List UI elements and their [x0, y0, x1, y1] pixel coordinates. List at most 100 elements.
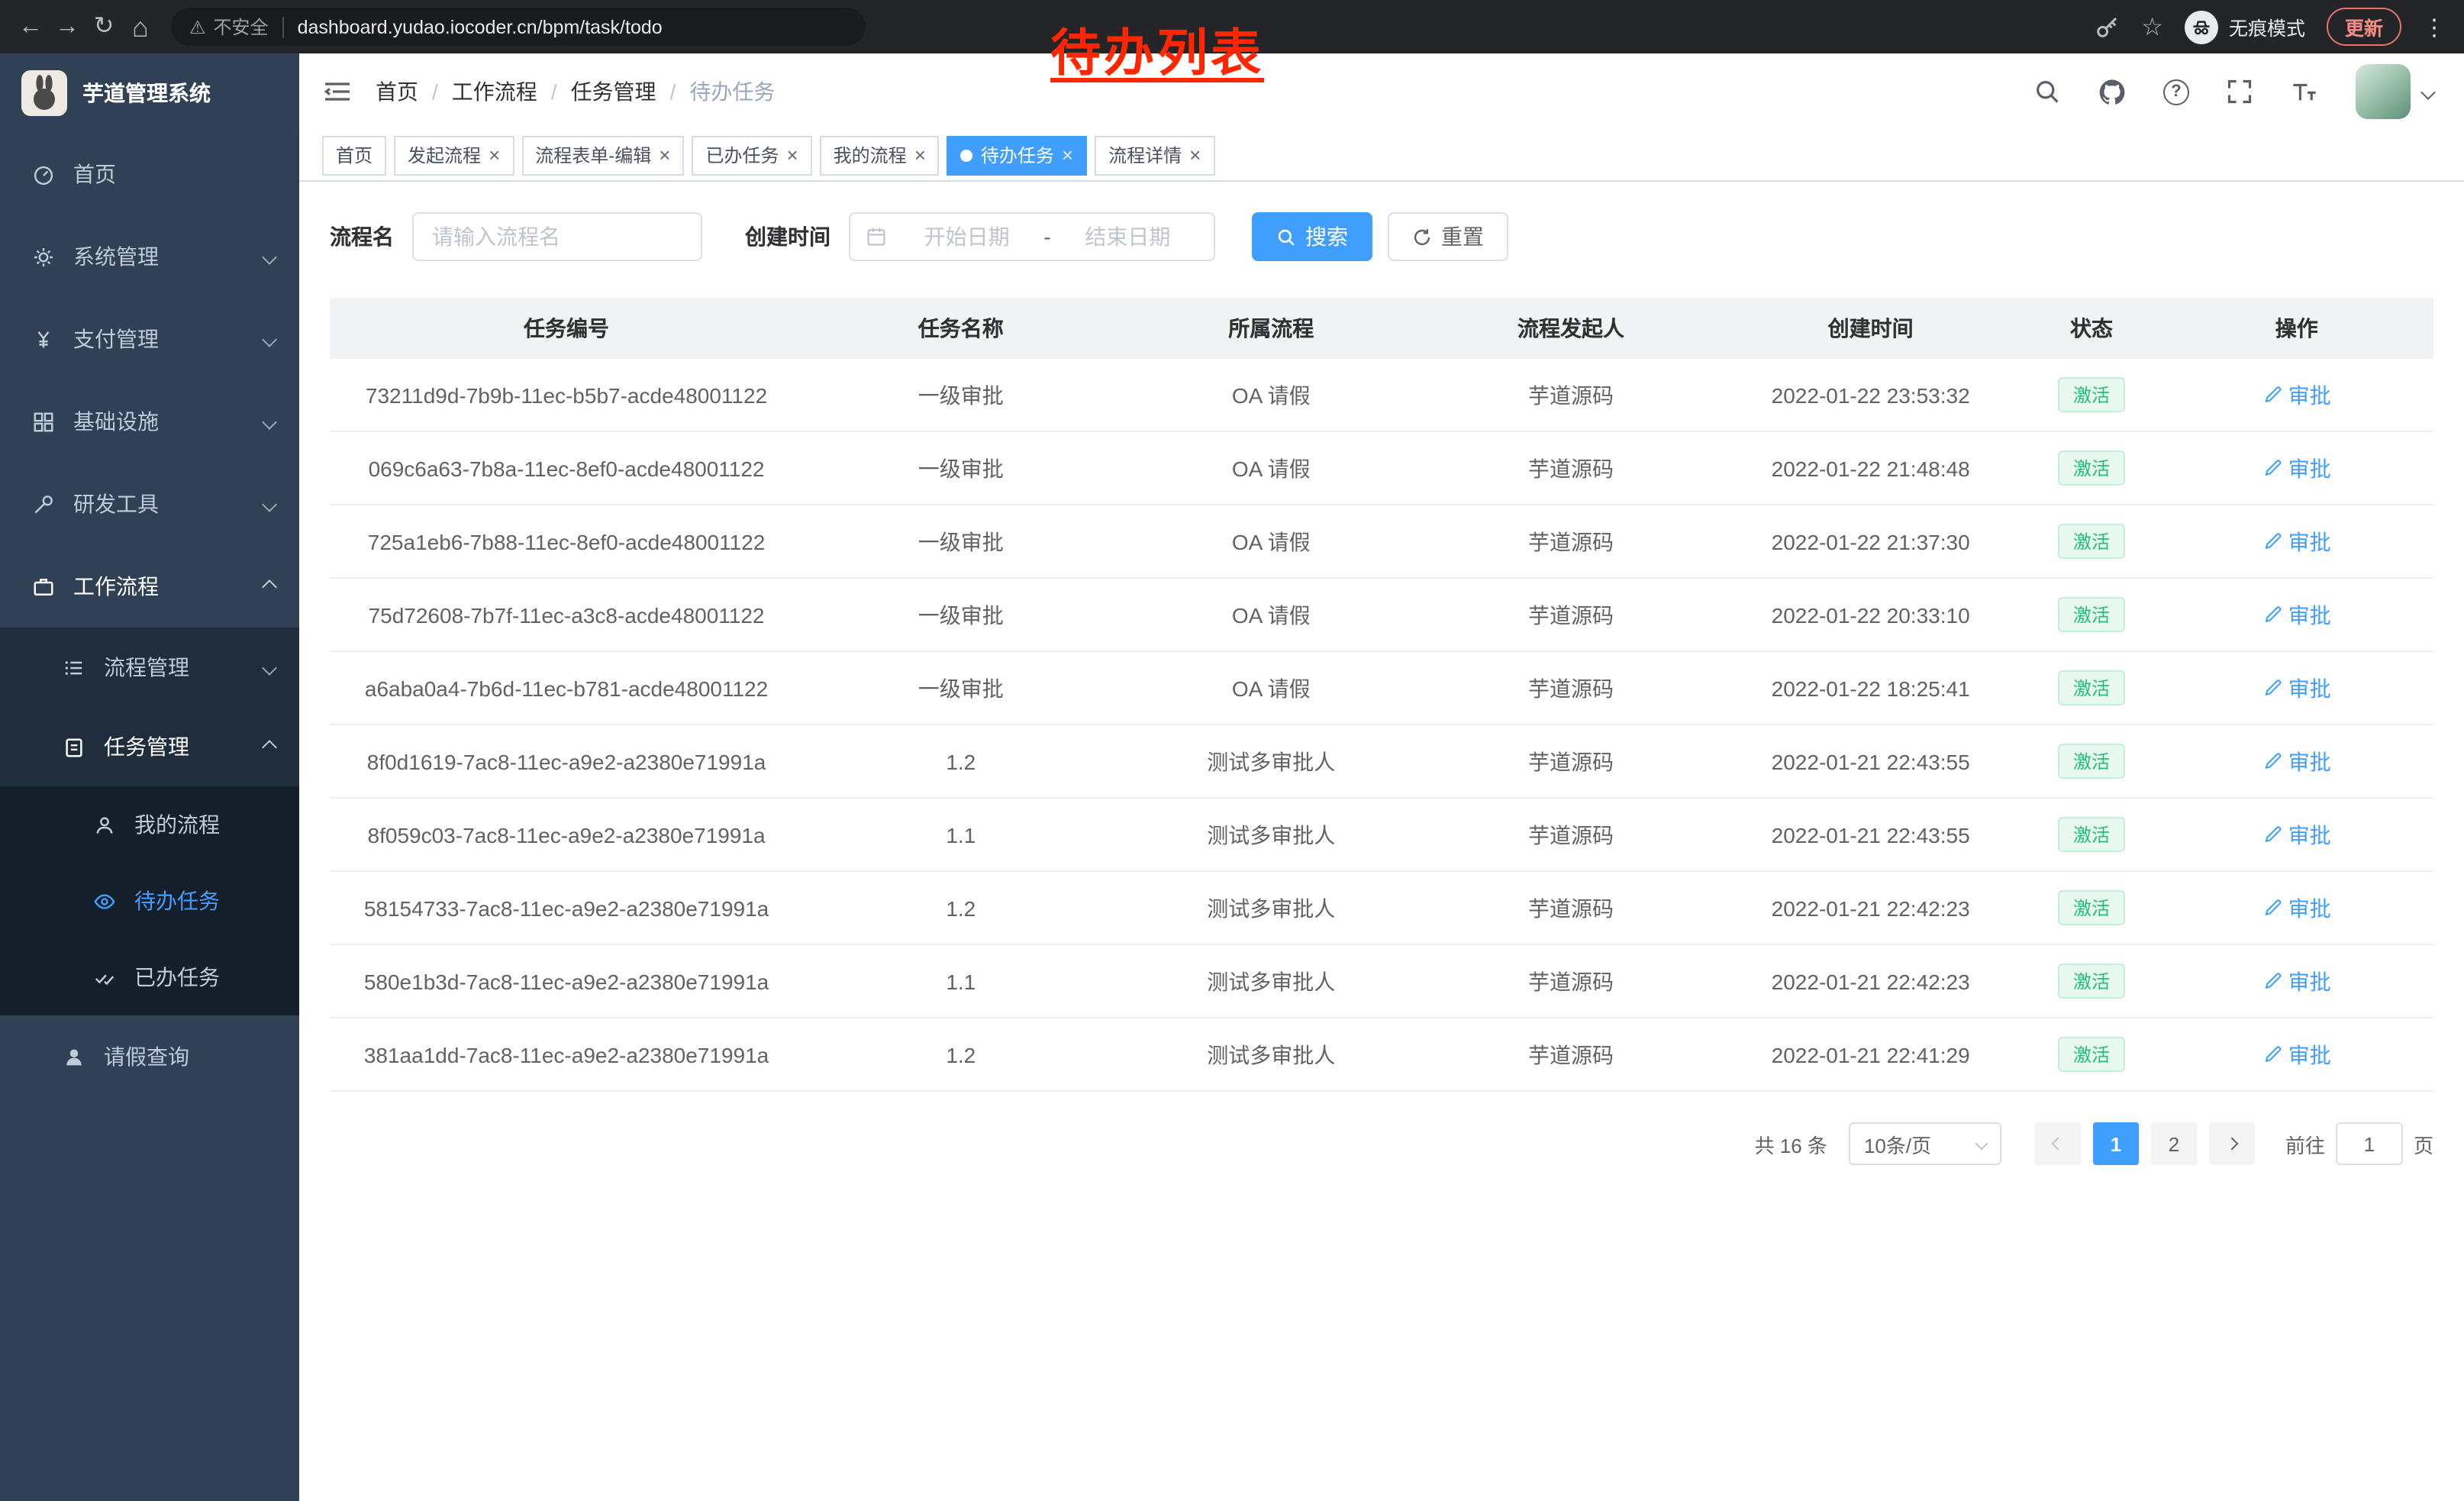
cell-task-id: 73211d9d-7b9b-11ec-b5b7-acde48001122 — [330, 383, 803, 407]
status-badge: 激活 — [2058, 450, 2125, 486]
approve-link[interactable]: 审批 — [2262, 819, 2331, 850]
status-badge: 激活 — [2058, 1037, 2125, 1072]
sidebar-item-infrastructure[interactable]: 基础设施 — [0, 380, 299, 463]
sidebar-item-todo-tasks[interactable]: 待办任务 — [0, 863, 299, 939]
approve-link[interactable]: 审批 — [2262, 379, 2331, 410]
navbar: 首页 / 工作流程 / 任务管理 / 待办任务 ? — [299, 53, 2464, 130]
goto-page-input[interactable] — [2336, 1122, 2403, 1165]
sidebar-item-label: 任务管理 — [104, 731, 189, 762]
breadcrumb-separator: / — [432, 79, 438, 104]
search-icon[interactable] — [2033, 78, 2061, 105]
tab-label: 首页 — [336, 142, 373, 168]
tab-my-processes[interactable]: 我的流程 × — [820, 135, 940, 175]
fullscreen-icon[interactable] — [2226, 78, 2253, 105]
breadcrumb-task-mgmt[interactable]: 任务管理 — [571, 76, 656, 107]
incognito-label: 无痕模式 — [2229, 12, 2305, 41]
help-icon[interactable]: ? — [2163, 79, 2189, 105]
bookmark-star-icon[interactable]: ☆ — [2141, 11, 2163, 42]
reset-button[interactable]: 重置 — [1388, 212, 1508, 261]
sidebar-item-payment[interactable]: 支付管理 — [0, 298, 299, 380]
cell-task-name: 1.1 — [803, 822, 1118, 847]
calendar-icon — [866, 226, 887, 247]
process-name-input[interactable] — [412, 212, 702, 261]
sidebar-item-process-mgmt[interactable]: 流程管理 — [0, 628, 299, 707]
search-button[interactable]: 搜索 — [1252, 212, 1372, 261]
approve-link[interactable]: 审批 — [2262, 893, 2331, 923]
breadcrumb-home[interactable]: 首页 — [376, 76, 418, 107]
address-bar[interactable]: ⚠ 不安全 dashboard.yudao.iocoder.cn/bpm/tas… — [171, 8, 866, 46]
close-icon[interactable]: × — [1189, 145, 1201, 165]
close-icon[interactable]: × — [489, 145, 500, 165]
tab-done-tasks[interactable]: 已办任务 × — [692, 135, 811, 175]
close-icon[interactable]: × — [914, 145, 926, 165]
tab-label: 流程表单-编辑 — [535, 142, 651, 168]
app-logo — [21, 70, 67, 116]
approve-link[interactable]: 审批 — [2262, 673, 2331, 703]
page-button-1[interactable]: 1 — [2093, 1122, 2139, 1165]
forward-icon[interactable]: → — [49, 15, 85, 39]
back-icon[interactable]: ← — [12, 15, 49, 39]
home-icon[interactable]: ⌂ — [122, 13, 159, 40]
sidebar-item-workflow[interactable]: 工作流程 — [0, 545, 299, 628]
sidebar-item-home[interactable]: 首页 — [0, 133, 299, 215]
sidebar-item-devtools[interactable]: 研发工具 — [0, 463, 299, 545]
security-label[interactable]: 不安全 — [214, 14, 269, 40]
reload-icon[interactable]: ↻ — [85, 15, 122, 39]
close-icon[interactable]: × — [786, 145, 798, 165]
tab-label: 我的流程 — [834, 142, 907, 168]
start-date-placeholder[interactable]: 开始日期 — [896, 221, 1037, 252]
toolbar-right: ☆ 无痕模式 更新 ⋮ — [2094, 8, 2446, 46]
tab-todo-tasks[interactable]: 待办任务 × — [947, 135, 1087, 175]
close-icon[interactable]: × — [659, 145, 670, 165]
sidebar-item-my-processes[interactable]: 我的流程 — [0, 786, 299, 863]
sidebar-item-done-tasks[interactable]: 已办任务 — [0, 939, 299, 1015]
url-text[interactable]: dashboard.yudao.iocoder.cn/bpm/task/todo — [298, 16, 663, 37]
status-badge: 激活 — [2058, 890, 2125, 925]
sidebar-toggle-icon[interactable] — [324, 79, 351, 104]
approve-link[interactable]: 审批 — [2262, 453, 2331, 483]
reset-button-label: 重置 — [1441, 221, 1484, 252]
password-key-icon[interactable] — [2094, 14, 2120, 40]
font-size-icon[interactable] — [2290, 78, 2319, 105]
cell-create-time: 2022-01-22 21:37:30 — [1718, 529, 2024, 554]
sidebar-item-label: 我的流程 — [134, 809, 220, 840]
approve-link[interactable]: 审批 — [2262, 966, 2331, 996]
end-date-placeholder[interactable]: 结束日期 — [1057, 221, 1198, 252]
table-row: 8f059c03-7ac8-11ec-a9e2-a2380e71991a 1.1… — [330, 799, 2433, 872]
approve-link[interactable]: 审批 — [2262, 746, 2331, 776]
tab-label: 已办任务 — [705, 142, 779, 168]
date-range-picker[interactable]: 开始日期 - 结束日期 — [849, 212, 1215, 261]
list-icon — [61, 655, 85, 679]
tab-start-process[interactable]: 发起流程 × — [394, 135, 514, 175]
sidebar-item-task-mgmt[interactable]: 任务管理 — [0, 707, 299, 786]
prev-page-button[interactable] — [2035, 1122, 2081, 1165]
user-menu[interactable] — [2356, 64, 2433, 119]
range-separator: - — [1037, 224, 1056, 249]
menu-dots-icon[interactable]: ⋮ — [2423, 13, 2446, 40]
sidebar-item-leave-query[interactable]: 请假查询 — [0, 1015, 299, 1098]
tab-process-detail[interactable]: 流程详情 × — [1095, 135, 1214, 175]
chevron-down-icon — [262, 249, 277, 264]
status-badge: 激活 — [2058, 817, 2125, 852]
header-task-name: 任务名称 — [803, 313, 1118, 344]
next-page-button[interactable] — [2209, 1122, 2255, 1165]
avatar[interactable] — [2356, 64, 2411, 119]
header-actions: 操作 — [2160, 313, 2433, 344]
page-button-2[interactable]: 2 — [2151, 1122, 2197, 1165]
cell-task-id: 58154733-7ac8-11ec-a9e2-a2380e71991a — [330, 896, 803, 920]
tab-label: 流程详情 — [1108, 142, 1182, 168]
approve-link[interactable]: 审批 — [2262, 1039, 2331, 1070]
approve-link[interactable]: 审批 — [2262, 526, 2331, 557]
close-icon[interactable]: × — [1062, 145, 1073, 165]
approve-link[interactable]: 审批 — [2262, 599, 2331, 630]
breadcrumb-separator: / — [670, 79, 676, 104]
page-size-select[interactable]: 10条/页 — [1849, 1122, 2001, 1165]
github-icon[interactable] — [2098, 77, 2127, 106]
screen: ← → ↻ ⌂ ⚠ 不安全 dashboard.yudao.iocoder.cn… — [0, 0, 2464, 1501]
tab-form-edit[interactable]: 流程表单-编辑 × — [521, 135, 684, 175]
update-button[interactable]: 更新 — [2327, 8, 2401, 46]
tab-home[interactable]: 首页 — [322, 135, 386, 175]
table-row: 58154733-7ac8-11ec-a9e2-a2380e71991a 1.2… — [330, 872, 2433, 945]
breadcrumb-workflow[interactable]: 工作流程 — [452, 76, 537, 107]
sidebar-item-system[interactable]: 系统管理 — [0, 215, 299, 298]
